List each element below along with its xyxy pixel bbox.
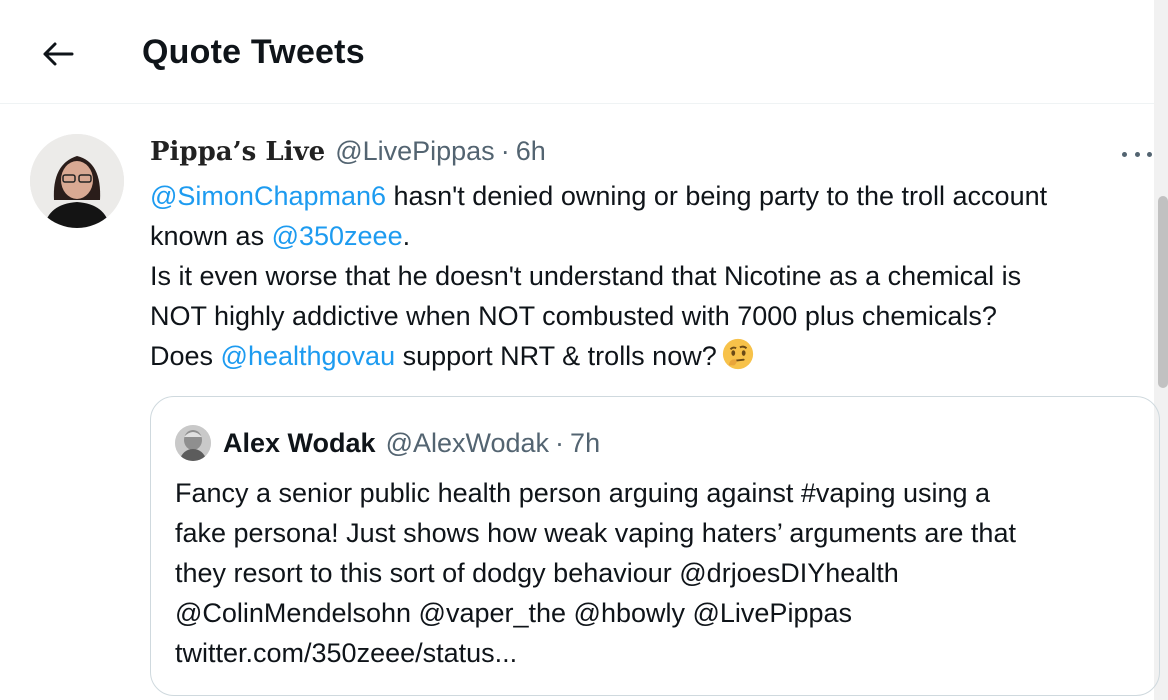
- tweet-text: @SimonChapman6 hasn't denied owning or b…: [150, 176, 1160, 376]
- quoted-avatar[interactable]: [175, 425, 211, 461]
- tweet-text-span: support NRT & trolls now?: [395, 341, 717, 371]
- quoted-line: twitter.com/350zeee/status...: [175, 638, 518, 668]
- quoted-timestamp[interactable]: 7h: [570, 428, 600, 459]
- tweet-text-span: known as: [150, 221, 272, 251]
- mention-link[interactable]: @350zeee: [272, 221, 403, 251]
- quoted-tweet-header: Alex Wodak @AlexWodak · 7h: [175, 423, 600, 463]
- more-dot: [1147, 151, 1152, 157]
- more-dot: [1134, 151, 1140, 157]
- quoted-line: they resort to this sort of dodgy behavi…: [175, 558, 899, 588]
- arrow-left-icon: [43, 42, 74, 66]
- tweet-line: NOT highly addictive when NOT combusted …: [150, 301, 997, 331]
- mention-link[interactable]: @healthgovau: [221, 341, 396, 371]
- quoted-user-handle[interactable]: @AlexWodak: [386, 428, 549, 459]
- separator: ·: [500, 136, 510, 166]
- separator: ·: [555, 427, 565, 458]
- page-header: Quote Tweets: [0, 0, 1168, 104]
- user-photo-icon: [175, 425, 211, 461]
- display-name[interactable]: Pippa’s Live: [150, 137, 325, 167]
- back-button[interactable]: [36, 32, 80, 76]
- quoted-line: fake persona! Just shows how weak vaping…: [175, 518, 1016, 548]
- tweet-line: @SimonChapman6 hasn't denied owning or b…: [150, 176, 1160, 216]
- thinking-face-emoji: [722, 338, 753, 370]
- tweet-line: known as @350zeee.: [150, 216, 1160, 256]
- avatar[interactable]: [30, 134, 124, 228]
- tweet-line: Is it even worse that he doesn't underst…: [150, 261, 1022, 291]
- quote-tweet[interactable]: Pippa’s Live @LivePippas · 6h @SimonChap…: [0, 104, 1160, 700]
- more-button[interactable]: [1122, 144, 1152, 164]
- user-photo-icon: [30, 134, 124, 228]
- quoted-tweet-text: Fancy a senior public health person argu…: [175, 473, 1135, 673]
- tweet-text-span: Does: [150, 341, 221, 371]
- quoted-line: Fancy a senior public health person argu…: [175, 478, 991, 508]
- quoted-line: @ColinMendelsohn @vaper_the @hbowly @Liv…: [175, 598, 852, 628]
- user-handle[interactable]: @LivePippas: [335, 136, 495, 167]
- tweet-text-span: .: [402, 221, 411, 251]
- tweet-header: Pippa’s Live @LivePippas · 6h: [150, 136, 546, 172]
- quoted-tweet-card[interactable]: Alex Wodak @AlexWodak · 7h Fancy a senio…: [150, 396, 1160, 696]
- tweet-line: Does @healthgovau support NRT & trolls n…: [150, 336, 1160, 376]
- tweet-text-span: hasn't denied owning or being party to t…: [386, 181, 1048, 211]
- quoted-display-name[interactable]: Alex Wodak: [223, 428, 376, 459]
- more-horizontal-icon: [1122, 151, 1127, 157]
- mention-link[interactable]: @SimonChapman6: [150, 181, 386, 211]
- page-title: Quote Tweets: [142, 33, 365, 71]
- timestamp[interactable]: 6h: [516, 136, 546, 167]
